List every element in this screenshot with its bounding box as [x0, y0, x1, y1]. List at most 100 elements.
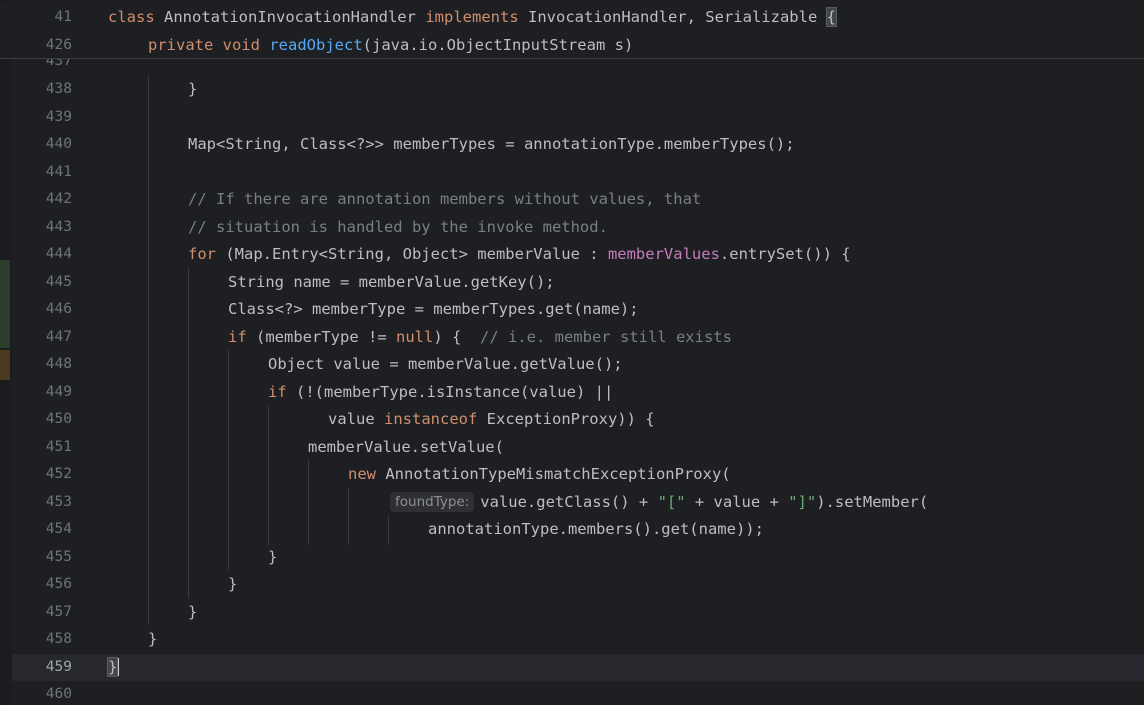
code-line-457[interactable]: }	[108, 599, 197, 627]
code-text: value	[328, 410, 384, 428]
code-text: java.io.InvalidObjectException(	[358, 79, 648, 98]
string-literal: "Non-annotation type in annotation seria…	[647, 79, 1106, 98]
code-line-438[interactable]: }	[108, 76, 197, 104]
code-text: }	[268, 547, 278, 566]
line-number: 453	[45, 493, 72, 510]
added-lines-marker[interactable]	[0, 260, 10, 348]
line-number: 426	[45, 36, 72, 53]
current-line-highlight	[12, 653, 1144, 681]
code-text: Object value = memberValue.getValue();	[268, 355, 623, 373]
line-number: 438	[45, 81, 72, 97]
code-text: (!(memberType.isInstance(value) ||	[286, 382, 614, 401]
code-text: }	[148, 630, 158, 648]
comment: // If there are annotation members witho…	[188, 190, 702, 208]
code-text: (Map.Entry<String, Object> memberValue :	[216, 245, 608, 263]
method-name: readObject	[269, 35, 363, 54]
keyword: new	[321, 79, 350, 98]
code-text: + value +	[685, 492, 789, 511]
keyword: implements	[425, 8, 519, 26]
code-text: }	[188, 602, 198, 621]
comment: // situation is handled by the invoke me…	[188, 217, 608, 236]
code-text: }	[188, 80, 198, 98]
modified-lines-marker[interactable]	[0, 350, 10, 380]
code-text: ).setMember(	[816, 492, 929, 511]
code-line-440[interactable]: Map<String, Class<?>> memberTypes = anno…	[108, 131, 795, 159]
class-name: AnnotationInvocationHandler	[164, 8, 416, 26]
keyword: null	[395, 327, 434, 346]
keyword: new	[348, 465, 376, 483]
line-number-current: 459	[45, 658, 72, 675]
code-text: Class<?> memberType = memberTypes.get(na…	[228, 300, 639, 318]
string-literal: "]"	[788, 492, 817, 511]
matched-brace: }	[106, 656, 119, 677]
code-line-451[interactable]: memberValue.setValue(	[108, 434, 504, 462]
line-number: 441	[45, 163, 72, 180]
line-number: 446	[45, 301, 72, 317]
line-number: 444	[45, 246, 72, 262]
comment: // i.e. member still exists	[479, 327, 732, 346]
code-line-450[interactable]: value instanceof ExceptionProxy)) {	[108, 406, 655, 434]
line-number: 452	[45, 466, 72, 482]
code-text: AnnotationTypeMismatchExceptionProxy(	[376, 465, 731, 483]
code-text: InvocationHandler, Serializable	[528, 8, 818, 26]
sticky-line-method-declaration[interactable]: private void readObject(java.io.ObjectIn…	[108, 32, 633, 60]
line-number: 443	[45, 218, 72, 235]
code-text: Map<String, Class<?>> memberTypes = anno…	[188, 135, 795, 153]
code-line-442[interactable]: // If there are annotation members witho…	[108, 186, 701, 214]
keyword: class	[108, 8, 155, 26]
line-number: 41	[54, 9, 72, 25]
code-line-443[interactable]: // situation is handled by the invoke me…	[108, 214, 608, 242]
string-literal: "["	[657, 492, 686, 511]
sticky-scroll-header[interactable]: 41 class AnnotationInvocationHandler imp…	[0, 3, 1144, 59]
line-number: 445	[45, 273, 72, 290]
code-text: ) {	[433, 327, 480, 346]
code-line-456[interactable]: }	[108, 571, 237, 599]
code-text: ExceptionProxy)) {	[477, 410, 655, 428]
code-text: .entrySet()) {	[719, 245, 851, 263]
code-line-447[interactable]: if (memberType != null) { // i.e. member…	[108, 324, 732, 352]
code-line-455[interactable]: }	[108, 544, 277, 572]
code-line-445[interactable]: String name = memberValue.getKey();	[108, 269, 555, 297]
line-number: 442	[45, 191, 72, 207]
text-caret	[117, 658, 120, 676]
code-line-454[interactable]: annotationType.members().get(name));	[108, 516, 764, 544]
line-number: 447	[45, 328, 72, 345]
code-line-444[interactable]: for (Map.Entry<String, Object> memberVal…	[108, 241, 851, 269]
code-text: String name = memberValue.getKey();	[228, 272, 555, 291]
code-text: );	[1105, 79, 1124, 98]
code-line-452[interactable]: new AnnotationTypeMismatchExceptionProxy…	[108, 461, 731, 489]
line-number: 439	[45, 108, 72, 125]
keyword: if	[268, 382, 287, 401]
code-line-448[interactable]: Object value = memberValue.getValue();	[108, 351, 623, 379]
line-number: 456	[45, 576, 72, 592]
code-text: annotationType.members().get(name));	[428, 520, 764, 538]
matched-brace: {	[825, 7, 838, 27]
line-number: 440	[45, 136, 72, 152]
code-line-458[interactable]: }	[108, 626, 157, 654]
code-text: value.getClass() +	[480, 492, 658, 511]
keyword: private	[148, 35, 214, 54]
code-text: memberValue.setValue(	[308, 437, 504, 456]
line-number: 451	[45, 438, 72, 455]
line-number: 448	[45, 356, 72, 372]
code-text: (java.io.ObjectInputStream s)	[362, 35, 634, 54]
keyword: if	[228, 327, 247, 346]
sticky-line-class-declaration[interactable]: class AnnotationInvocationHandler implem…	[108, 4, 838, 32]
code-line-449[interactable]: if (!(memberType.isInstance(value) ||	[108, 379, 613, 407]
code-line-446[interactable]: Class<?> memberType = memberTypes.get(na…	[108, 296, 639, 324]
line-number: 454	[45, 521, 72, 537]
keyword: instanceof	[384, 410, 478, 428]
line-number: 458	[45, 631, 72, 647]
line-number: 449	[45, 383, 72, 400]
keyword: for	[188, 245, 216, 263]
line-number: 455	[45, 548, 72, 565]
code-editor[interactable]: 437 throw new java.io.InvalidObjectExcep…	[0, 0, 1144, 705]
keyword: throw	[265, 79, 312, 98]
code-text: (memberType !=	[246, 327, 396, 346]
code-line-453[interactable]: foundType: value.getClass() + "[" + value…	[108, 489, 928, 517]
field-reference: memberValues	[607, 245, 720, 263]
line-number: 450	[45, 411, 72, 427]
code-line-459[interactable]: }	[106, 654, 120, 682]
keyword: void	[222, 35, 260, 54]
parameter-hint: foundType:	[390, 491, 475, 512]
